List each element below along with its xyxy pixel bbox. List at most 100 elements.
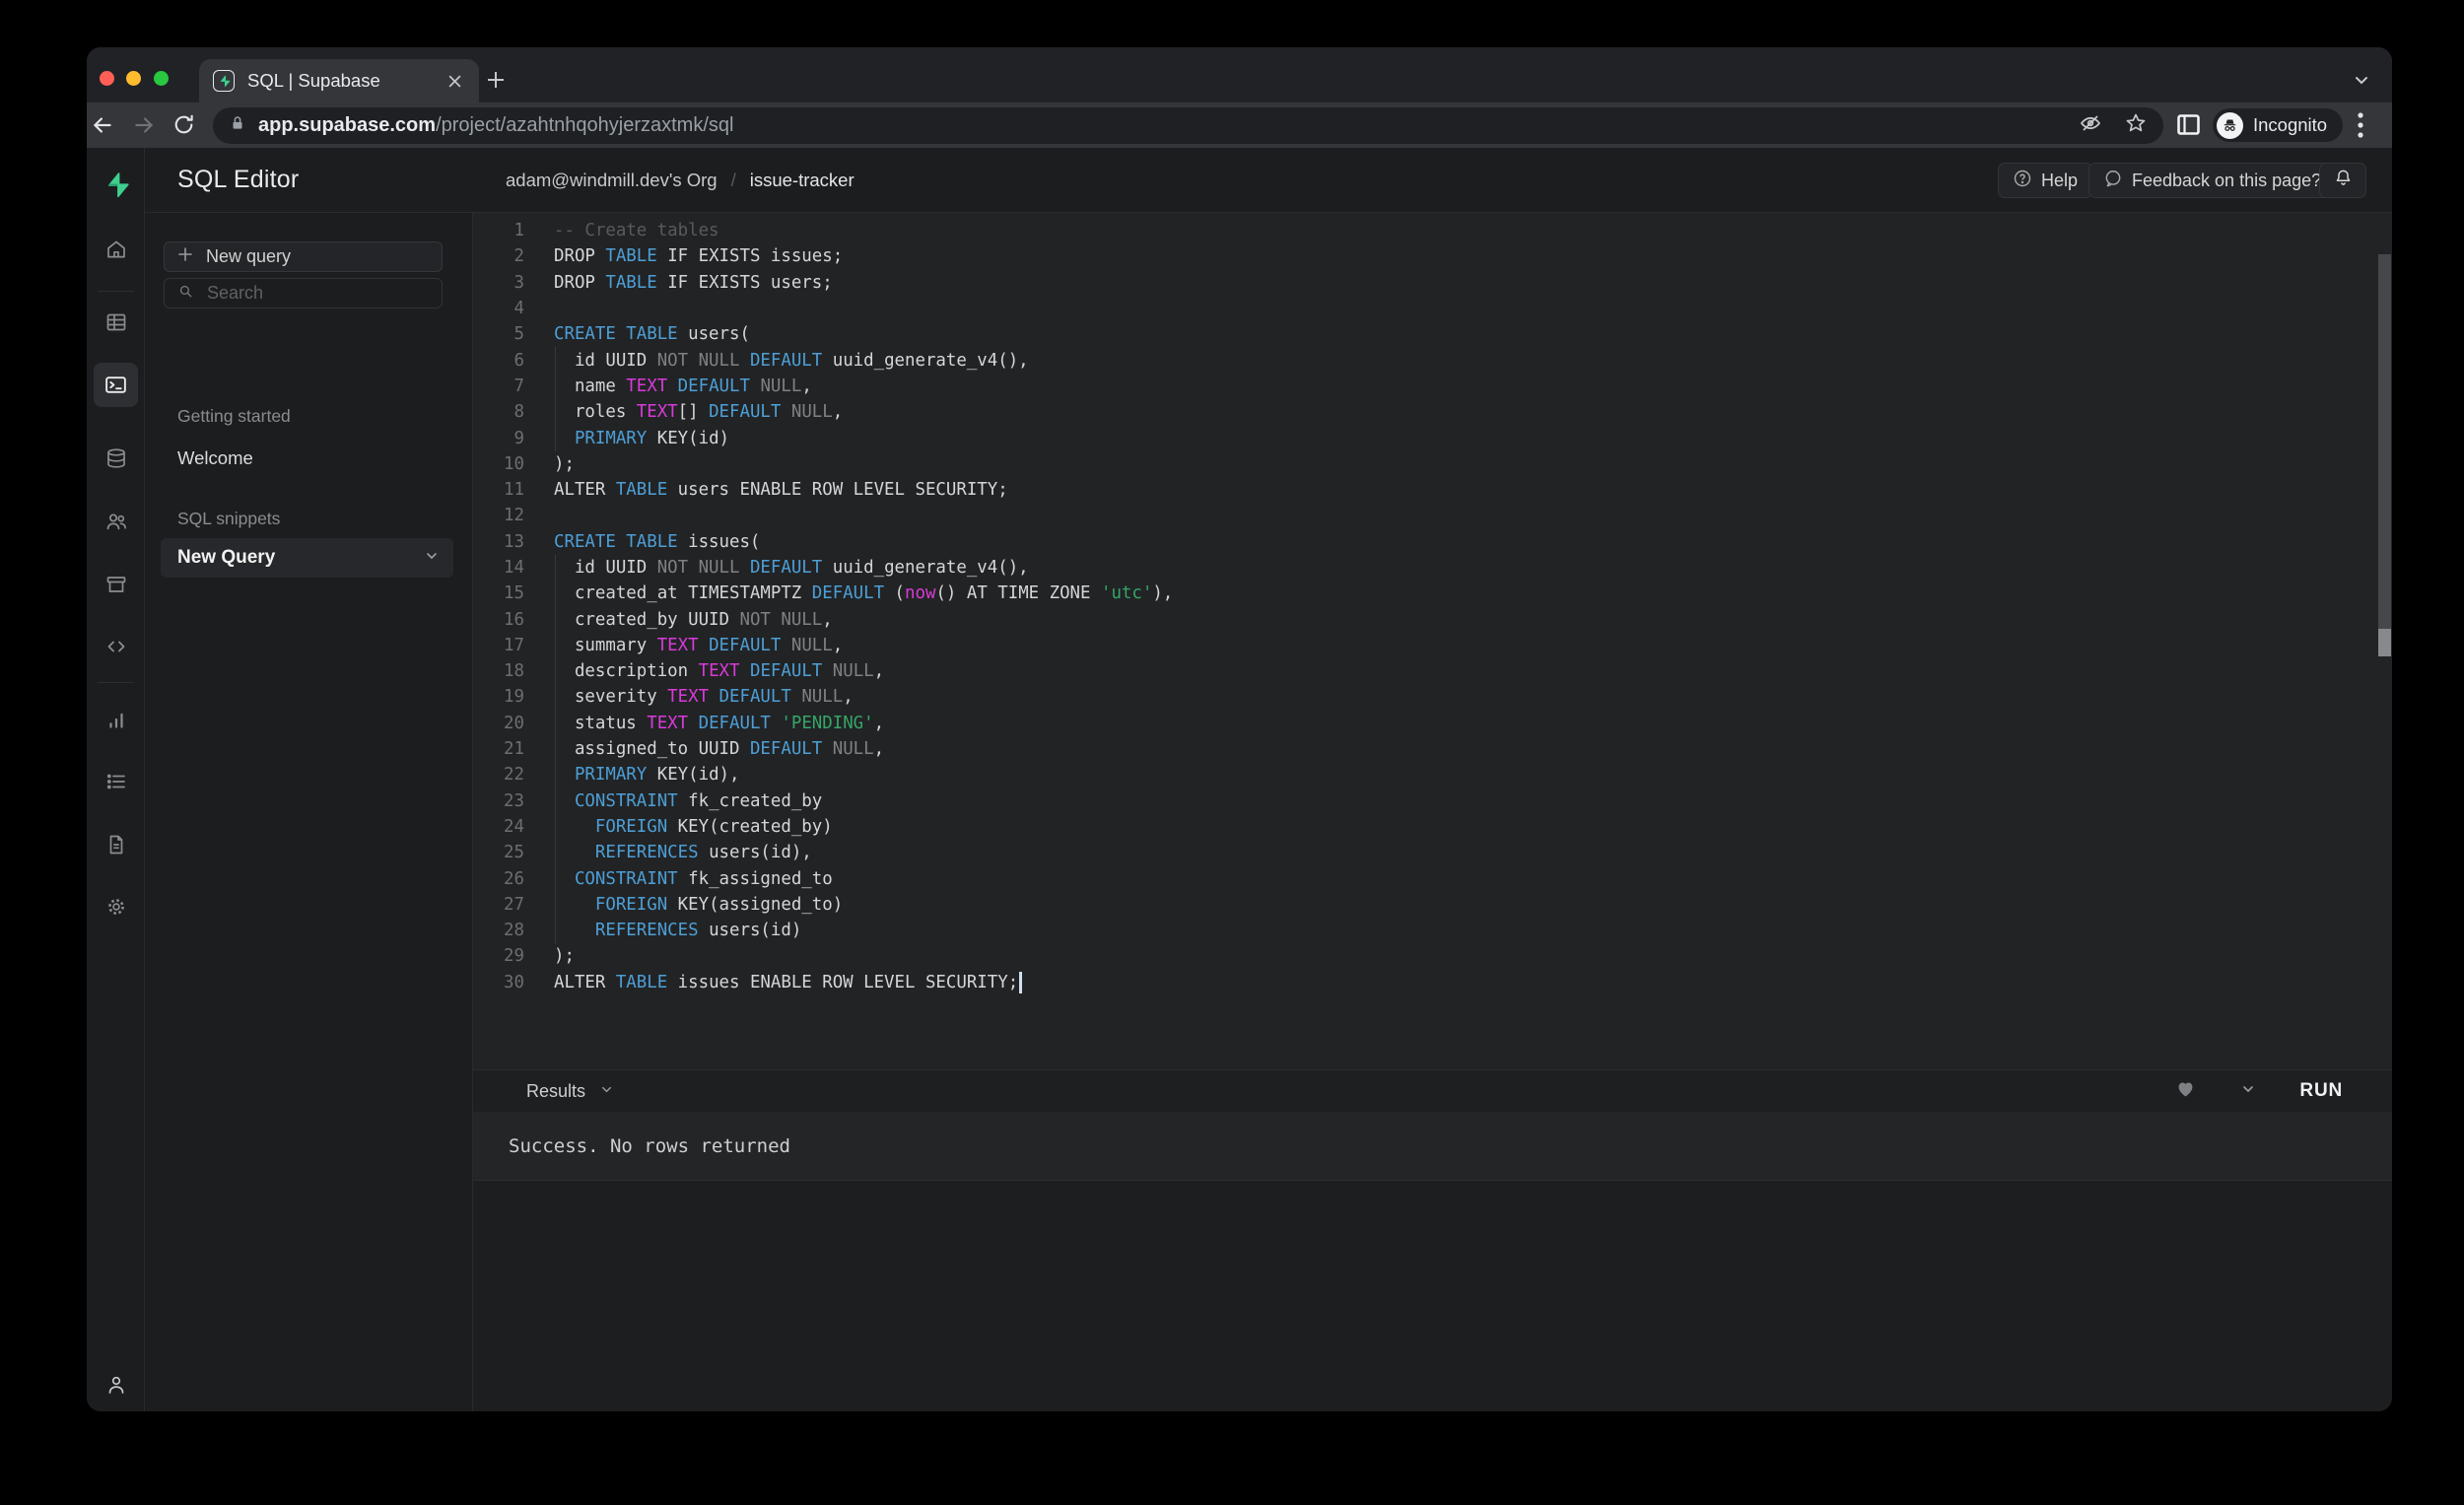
code-line[interactable]: 28 REFERENCES users(id) (473, 918, 2392, 943)
code-line[interactable]: 6 id UUID NOT NULL DEFAULT uuid_generate… (473, 347, 2392, 373)
authentication-users-icon[interactable] (94, 499, 138, 543)
line-number: 6 (473, 351, 524, 371)
refresh-icon[interactable] (171, 112, 196, 142)
sql-editor-icon[interactable] (94, 363, 138, 407)
url-path: /project/azahtnhqohyjerzaxtmk/sql (436, 114, 733, 136)
editor-scrollbar-thumb[interactable] (2378, 629, 2391, 656)
run-options-chevron-icon[interactable] (2240, 1081, 2256, 1102)
code-line[interactable]: 17 summary TEXT DEFAULT NULL, (473, 633, 2392, 658)
code-line[interactable]: 4 (473, 296, 2392, 321)
page-title: SQL Editor (177, 166, 299, 194)
new-tab-button[interactable] (485, 69, 507, 96)
database-icon[interactable] (94, 436, 138, 480)
code-line[interactable]: 18 description TEXT DEFAULT NULL, (473, 658, 2392, 684)
account-person-icon[interactable] (94, 1362, 138, 1406)
line-number: 20 (473, 714, 524, 733)
chevron-down-icon[interactable] (424, 548, 440, 569)
sidebar-item-new-query[interactable]: New Query (161, 538, 453, 578)
docs-file-icon[interactable] (94, 822, 138, 866)
line-content: assigned_to UUID DEFAULT NULL, (554, 739, 884, 759)
minimize-window-button[interactable] (126, 71, 141, 86)
incognito-icon (2217, 112, 2243, 139)
code-line[interactable]: 7 name TEXT DEFAULT NULL, (473, 374, 2392, 399)
line-number: 30 (473, 973, 524, 992)
speech-bubble-icon (2103, 169, 2123, 193)
line-content: severity TEXT DEFAULT NULL, (554, 687, 854, 707)
line-number: 1 (473, 221, 524, 240)
code-line[interactable]: 13CREATE TABLE issues( (473, 529, 2392, 555)
browser-menu-icon[interactable] (2357, 110, 2364, 145)
code-line[interactable]: 20 status TEXT DEFAULT 'PENDING', (473, 711, 2392, 736)
code-line[interactable]: 19 severity TEXT DEFAULT NULL, (473, 684, 2392, 710)
search-input[interactable]: Search (164, 278, 443, 308)
forward-icon[interactable] (131, 112, 157, 143)
line-number: 25 (473, 843, 524, 862)
code-line[interactable]: 3DROP TABLE IF EXISTS users; (473, 270, 2392, 296)
code-line[interactable]: 30ALTER TABLE issues ENABLE ROW LEVEL SE… (473, 970, 2392, 995)
line-number: 19 (473, 687, 524, 707)
url-bar[interactable]: app.supabase.com/project/azahtnhqohyjerz… (213, 107, 2163, 144)
new-query-button[interactable]: New query (164, 241, 443, 272)
code-line[interactable]: 11ALTER TABLE users ENABLE ROW LEVEL SEC… (473, 477, 2392, 503)
code-line[interactable]: 24 FOREIGN KEY(created_by) (473, 814, 2392, 840)
code-line[interactable]: 10); (473, 451, 2392, 477)
tab-search-chevron-icon[interactable] (2352, 70, 2371, 95)
bookmark-star-icon[interactable] (2124, 111, 2148, 140)
line-number: 9 (473, 429, 524, 448)
code-line[interactable]: 12 (473, 503, 2392, 528)
code-line[interactable]: 9 PRIMARY KEY(id) (473, 425, 2392, 450)
reports-chart-icon[interactable] (94, 698, 138, 742)
line-content: created_at TIMESTAMPTZ DEFAULT (now() AT… (554, 583, 1173, 603)
results-dropdown[interactable]: Results (526, 1081, 614, 1102)
code-line[interactable]: 26 CONSTRAINT fk_assigned_to (473, 865, 2392, 891)
sidebar-item-welcome[interactable]: Welcome (177, 447, 253, 469)
line-number: 17 (473, 636, 524, 655)
back-icon[interactable] (90, 112, 115, 143)
code-line[interactable]: 25 REFERENCES users(id), (473, 840, 2392, 865)
code-line[interactable]: 27 FOREIGN KEY(assigned_to) (473, 892, 2392, 918)
favorite-heart-icon[interactable] (2174, 1077, 2197, 1105)
code-line[interactable]: 14 id UUID NOT NULL DEFAULT uuid_generat… (473, 555, 2392, 581)
editor-scrollbar[interactable] (2378, 254, 2391, 656)
code-line[interactable]: 1 -- Create tables (473, 218, 2392, 243)
tab-close-icon[interactable] (444, 70, 465, 92)
line-content: CONSTRAINT fk_created_by (554, 791, 822, 811)
line-number: 18 (473, 661, 524, 681)
code-line[interactable]: 15 created_at TIMESTAMPTZ DEFAULT (now()… (473, 581, 2392, 606)
incognito-label: Incognito (2253, 114, 2327, 136)
code-line[interactable]: 2DROP TABLE IF EXISTS issues; (473, 243, 2392, 269)
supabase-logo-icon[interactable] (103, 171, 130, 199)
sql-code-editor[interactable]: 1 -- Create tables 2DROP TABLE IF EXISTS i… (473, 213, 2392, 1069)
code-line[interactable]: 29); (473, 943, 2392, 969)
code-line[interactable]: 23 CONSTRAINT fk_created_by (473, 788, 2392, 814)
code-line[interactable]: 16 created_by UUID NOT NULL, (473, 606, 2392, 632)
help-button[interactable]: Help (1998, 163, 2092, 198)
code-line[interactable]: 22 PRIMARY KEY(id), (473, 762, 2392, 787)
code-line[interactable]: 5CREATE TABLE users( (473, 321, 2392, 347)
line-number: 4 (473, 299, 524, 318)
password-eye-slash-icon[interactable] (2079, 111, 2102, 140)
run-button[interactable]: RUN (2299, 1080, 2343, 1102)
url-text: app.supabase.com/project/azahtnhqohyjerz… (258, 114, 2069, 137)
logs-list-icon[interactable] (94, 759, 138, 803)
close-window-button[interactable] (100, 71, 114, 86)
search-placeholder: Search (207, 283, 263, 304)
new-query-button-label: New query (206, 246, 291, 267)
edge-functions-code-icon[interactable] (94, 624, 138, 668)
home-icon[interactable] (94, 227, 138, 271)
feedback-button[interactable]: Feedback on this page? (2088, 163, 2336, 198)
breadcrumb-project[interactable]: issue-tracker (750, 170, 855, 191)
line-content: -- Create tables (554, 221, 719, 240)
table-editor-icon[interactable] (94, 300, 138, 344)
code-line[interactable]: 21 assigned_to UUID DEFAULT NULL, (473, 736, 2392, 762)
code-line[interactable]: 8 roles TEXT[] DEFAULT NULL, (473, 399, 2392, 425)
zoom-window-button[interactable] (154, 71, 169, 86)
browser-tab[interactable]: SQL | Supabase (199, 59, 479, 103)
question-circle-icon (2013, 169, 2032, 193)
side-panel-icon[interactable] (2177, 114, 2200, 140)
settings-gear-icon[interactable] (94, 884, 138, 928)
notifications-button[interactable] (2319, 163, 2366, 198)
breadcrumb-org[interactable]: adam@windmill.dev's Org (506, 170, 718, 191)
storage-icon[interactable] (94, 562, 138, 606)
line-content: DROP TABLE IF EXISTS issues; (554, 246, 843, 266)
